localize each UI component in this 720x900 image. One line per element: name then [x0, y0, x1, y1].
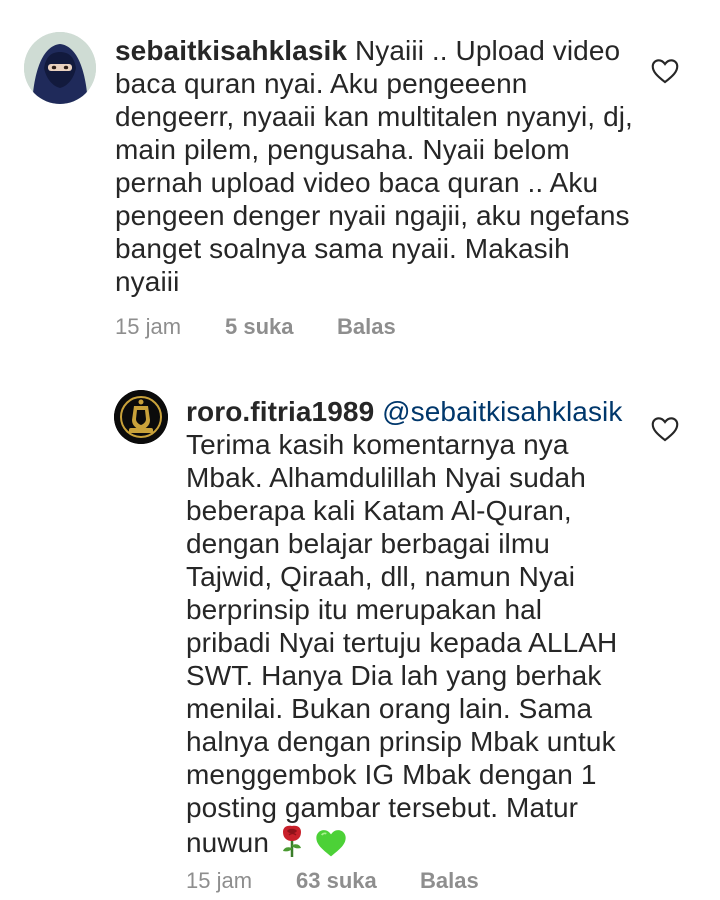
comment-line: menggembok IG Mbak dengan 1	[186, 759, 597, 790]
comment-line: nyaiii	[115, 266, 180, 297]
comment-meta: 15 jam 5 suka Balas	[115, 314, 396, 340]
comment-time: 15 jam	[186, 868, 253, 893]
comment-line: main pilem, pengusaha. Nyaii belom	[115, 134, 570, 165]
comment-line: Tajwid, Qiraah, dll, namun Nyai	[186, 561, 576, 592]
like-heart-icon[interactable]	[651, 416, 679, 442]
comment-line: Mbak. Alhamdulillah Nyai sudah	[186, 462, 586, 493]
avatar[interactable]	[24, 32, 96, 104]
comment-line: Nyaiii .. Upload video	[354, 35, 621, 66]
comment-line: berprinsip itu merupakan hal	[186, 594, 543, 625]
comment-time: 15 jam	[115, 314, 182, 339]
comment-line: pribadi Nyai tertuju kepada ALLAH	[186, 627, 618, 658]
like-heart-icon[interactable]	[651, 58, 679, 84]
likes-count[interactable]: 5 suka	[225, 314, 337, 340]
comment-username[interactable]: roro.fitria1989	[186, 396, 374, 427]
comment-line: banget soalnya sama nyaii. Makasih	[115, 233, 570, 264]
avatar[interactable]	[114, 390, 168, 444]
reply-comment-item: roro.fitria1989 @sebaitkisahklasik Terim…	[0, 360, 720, 900]
rose-icon	[277, 824, 307, 865]
green-heart-icon	[315, 828, 347, 865]
comment-line: dengeerr, nyaaii kan multitalen nyanyi, …	[115, 101, 633, 132]
comment-meta: 15 jam 63 suka Balas	[186, 868, 479, 894]
comment-text: sebaitkisahklasik Nyaiii .. Upload video…	[115, 34, 635, 298]
mention-link[interactable]: @sebaitkisahklasik	[382, 396, 622, 427]
comment-line: SWT. Hanya Dia lah yang berhak	[186, 660, 602, 691]
comment-line: posting gambar tersebut. Matur	[186, 792, 579, 823]
likes-count[interactable]: 63 suka	[296, 868, 420, 894]
comment-line: halnya dengan prinsip Mbak untuk	[186, 726, 616, 757]
gold-emblem-avatar-icon	[114, 390, 168, 444]
comment-line: menilai. Bukan orang lain. Sama	[186, 693, 593, 724]
comment-line: baca quran nyai. Aku pengeeenn	[115, 68, 528, 99]
comment-line: dengan belajar berbagai ilmu	[186, 528, 550, 559]
comment-line: pernah upload video baca quran .. Aku	[115, 167, 599, 198]
reply-button[interactable]: Balas	[337, 314, 396, 340]
comment-text: roro.fitria1989 @sebaitkisahklasik Terim…	[186, 395, 646, 865]
comment-line: pengeen denger nyaii ngajii, aku ngefans	[115, 200, 630, 231]
comment-item: sebaitkisahklasik Nyaiii .. Upload video…	[0, 0, 720, 360]
comment-line: Terima kasih komentarnya nya	[186, 429, 569, 460]
reply-button[interactable]: Balas	[420, 868, 479, 894]
niqab-avatar-icon	[24, 32, 96, 104]
comment-line: nuwun	[186, 827, 270, 858]
comment-line: beberapa kali Katam Al-Quran,	[186, 495, 572, 526]
comment-username[interactable]: sebaitkisahklasik	[115, 35, 347, 66]
